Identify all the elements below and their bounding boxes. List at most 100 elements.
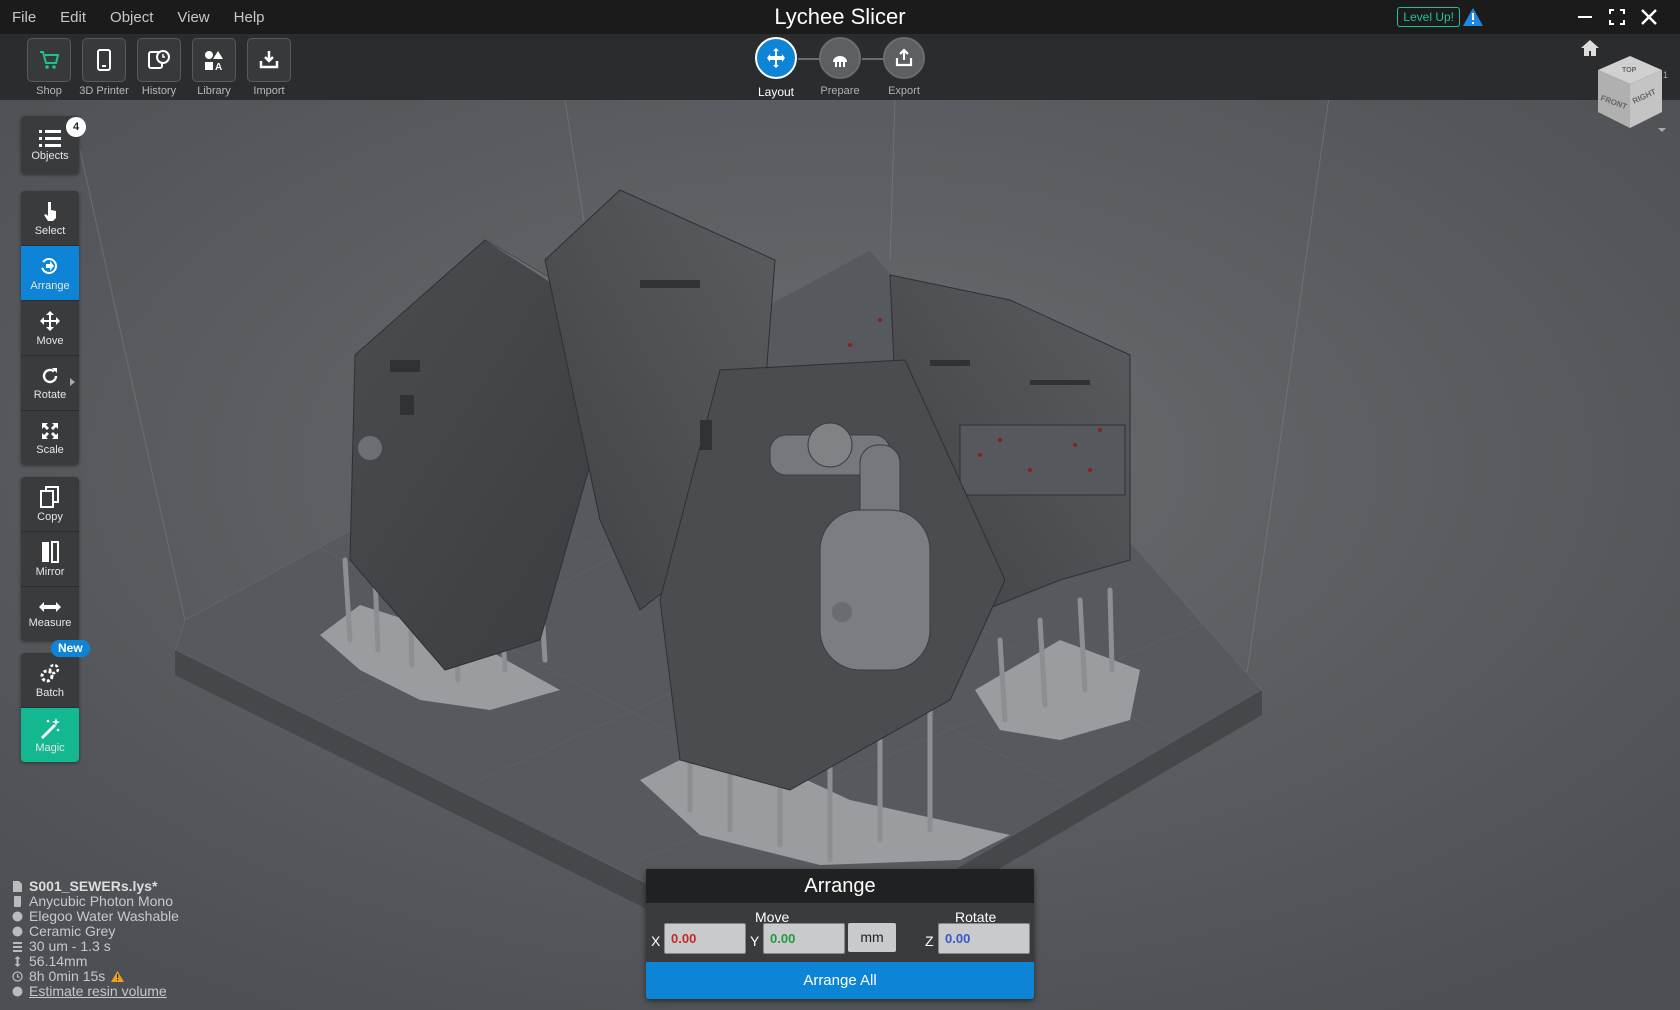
view-cube-dropdown-icon[interactable] [1656, 126, 1668, 134]
tool-rotate-label: Rotate [33, 388, 67, 401]
move-x-input[interactable]: 0.00 [664, 923, 746, 954]
resin-icon [12, 911, 23, 922]
magic-icon [41, 717, 60, 739]
view-cube[interactable]: TOP FRONT RIGHT [1592, 52, 1668, 132]
tool-scale[interactable]: Scale [21, 411, 79, 465]
tool-batch-label: Batch [35, 686, 65, 699]
rotate-icon [42, 367, 58, 383]
tool-move-label: Move [36, 334, 64, 347]
resin-color: Ceramic Grey [29, 923, 116, 939]
printer-name: Anycubic Photon Mono [29, 893, 173, 909]
menu-edit[interactable]: Edit [48, 9, 98, 26]
svg-text:A: A [215, 62, 222, 71]
move-y-input[interactable]: 0.00 [763, 923, 845, 954]
tool-magic-label: Magic [35, 741, 65, 754]
tool-move[interactable]: Move [21, 301, 79, 356]
step-prepare[interactable]: Prepare [810, 37, 870, 97]
file-icon [13, 881, 22, 892]
tool-magic[interactable]: Magic [21, 708, 79, 762]
tool-arrange[interactable]: Arrange [21, 246, 79, 301]
minimize-icon[interactable] [1574, 6, 1596, 28]
model-height: 56.14mm [29, 953, 88, 969]
x-axis-label: X [651, 933, 661, 949]
transform-tools: Select Arrange Move Rotate Scale [21, 191, 79, 465]
unit-toggle-button[interactable]: mm [848, 923, 896, 952]
printer-icon [97, 49, 111, 71]
menu-view[interactable]: View [165, 9, 221, 26]
history-button[interactable]: History [131, 38, 187, 97]
shop-label: Shop [36, 85, 62, 97]
title-bar: File Edit Object View Help Lychee Slicer… [0, 0, 1680, 34]
tool-copy[interactable]: Copy [21, 477, 79, 532]
y-axis-label: Y [750, 933, 760, 949]
arrange-icon [41, 257, 57, 274]
tool-mirror-label: Mirror [35, 565, 65, 578]
cart-icon [40, 51, 60, 69]
arrange-all-button[interactable]: Arrange All [646, 962, 1034, 999]
project-info: S001_SEWERs.lys* Anycubic Photon Mono El… [12, 879, 179, 999]
shop-button[interactable]: Shop [21, 38, 77, 97]
layers-icon [13, 942, 22, 952]
time-warning-icon[interactable] [111, 971, 125, 982]
file-name: S001_SEWERs.lys* [29, 878, 158, 894]
step-layout[interactable]: Layout [746, 37, 806, 99]
view-cube-top[interactable]: TOP [1622, 67, 1637, 74]
height-icon [14, 956, 21, 967]
history-label: History [141, 85, 177, 97]
tool-arrange-label: Arrange [30, 279, 70, 292]
estimate-resin-link[interactable]: Estimate resin volume [29, 984, 167, 999]
palette-icon [12, 926, 23, 937]
tool-scale-label: Scale [36, 443, 64, 456]
tool-mirror[interactable]: Mirror [21, 532, 79, 587]
copy-icon [40, 485, 59, 508]
prepare-icon [833, 56, 847, 67]
objects-label: Objects [31, 149, 69, 162]
edit-tools: Copy Mirror Measure [21, 477, 79, 641]
pointer-icon [44, 201, 56, 221]
measure-icon [39, 601, 61, 612]
close-icon[interactable] [1638, 6, 1660, 28]
step-layout-label: Layout [757, 85, 795, 99]
list-icon [39, 129, 61, 147]
printer-small-icon [14, 896, 21, 907]
layer-settings: 30 um - 1.3 s [29, 938, 111, 954]
z-axis-label: Z [925, 933, 934, 949]
level-up-button[interactable]: Level Up! [1397, 7, 1460, 27]
import-button[interactable]: Import [241, 38, 297, 97]
arrange-panel-title: Arrange [646, 869, 1034, 903]
tool-select[interactable]: Select [21, 191, 79, 246]
tool-rotate[interactable]: Rotate [21, 356, 79, 411]
tool-measure-label: Measure [28, 616, 72, 629]
step-prepare-label: Prepare [820, 85, 860, 97]
objects-count-badge: 4 [66, 117, 86, 137]
print-time: 8h 0min 15s [29, 968, 106, 984]
step-export[interactable]: Export [874, 37, 934, 97]
mirror-icon [42, 540, 59, 563]
import-icon [259, 51, 279, 69]
tool-measure[interactable]: Measure [21, 587, 79, 641]
menu-file[interactable]: File [0, 9, 48, 26]
library-button[interactable]: A Library [186, 38, 242, 97]
rotate-z-input[interactable]: 0.00 [938, 923, 1030, 954]
printer-button[interactable]: 3D Printer [76, 38, 132, 97]
step-export-label: Export [888, 85, 920, 97]
menu-object[interactable]: Object [98, 9, 165, 26]
move-icon [40, 310, 60, 331]
tool-select-label: Select [34, 224, 66, 237]
history-icon [148, 50, 170, 69]
new-badge: New [51, 640, 90, 657]
menu-help[interactable]: Help [222, 9, 277, 26]
rotate-expand-icon[interactable] [70, 378, 75, 386]
arrange-panel: Arrange Move Rotate X 0.00 Y 0.00 mm Z 0… [646, 869, 1034, 999]
tool-copy-label: Copy [37, 510, 63, 523]
maximize-icon[interactable] [1606, 6, 1628, 28]
resin-name: Elegoo Water Washable [29, 908, 179, 924]
warning-icon[interactable] [1462, 7, 1484, 27]
top-toolbar: Shop 3D Printer History A Library Import… [0, 34, 1680, 100]
tool-batch[interactable]: Batch [21, 653, 79, 708]
library-label: Library [197, 85, 231, 97]
layout-icon [767, 48, 785, 68]
export-icon [895, 48, 913, 67]
batch-icon [40, 663, 60, 682]
library-icon: A [205, 51, 223, 71]
